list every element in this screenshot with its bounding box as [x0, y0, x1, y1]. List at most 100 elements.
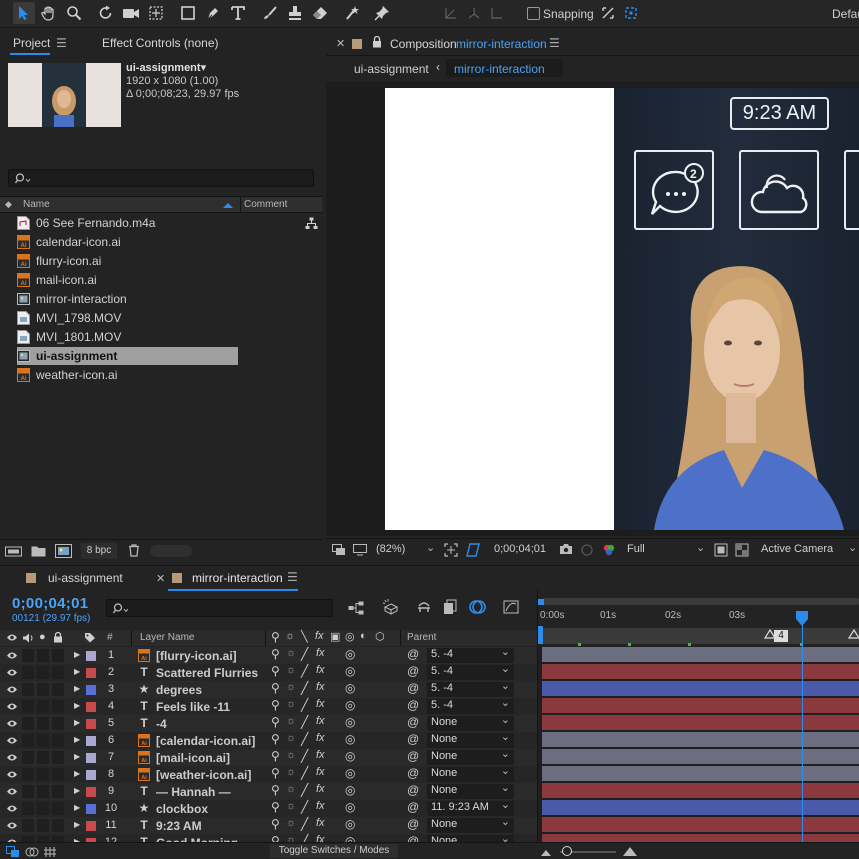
layer-label-color[interactable] — [86, 804, 96, 814]
collapse-switch-icon[interactable]: ☼ — [286, 681, 296, 693]
tab-mirror-interaction[interactable]: mirror-interaction — [192, 571, 283, 585]
solo-toggle[interactable] — [37, 768, 49, 781]
layer-duration-bar[interactable] — [542, 834, 859, 842]
fx-switch-icon[interactable]: fx — [316, 800, 325, 812]
transparency-grid-icon[interactable] — [466, 543, 480, 557]
motion-blur-switch-icon[interactable]: ◎ — [345, 766, 355, 780]
collapse-switch-icon[interactable]: ☼ — [286, 800, 296, 812]
project-item[interactable]: MVI_1798.MOV — [17, 309, 238, 327]
layer-name[interactable]: [weather-icon.ai] — [156, 768, 251, 782]
layer-row[interactable]: ▶ 7 Ai [mail-icon.ai] ⚲ ☼ ╱ fx ◎ @ None — [0, 747, 537, 766]
roto-brush-tool-icon[interactable] — [341, 2, 363, 24]
panel-menu-icon[interactable]: ☰ — [549, 36, 560, 50]
layer-row[interactable]: ▶ 3 ★ degrees ⚲ ☼ ╱ fx ◎ @5. -4 — [0, 679, 537, 698]
fx-switch-icon[interactable]: fx — [316, 783, 325, 795]
quality-switch-icon[interactable]: ╱ — [301, 681, 308, 695]
tab-effect-controls[interactable]: Effect Controls (none) — [102, 36, 219, 50]
graph-editor-icon[interactable] — [503, 599, 519, 615]
video-eye-icon[interactable] — [6, 702, 18, 711]
parent-dropdown[interactable]: None — [427, 713, 514, 731]
layer-duration-bar[interactable] — [542, 681, 859, 696]
axis-local-icon[interactable] — [440, 2, 462, 24]
motion-blur-switch-icon[interactable]: ◎ — [345, 681, 355, 695]
pickwhip-icon[interactable]: @ — [407, 681, 419, 695]
expand-triangle-icon[interactable]: ▶ — [74, 718, 80, 727]
pickwhip-icon[interactable]: @ — [407, 766, 419, 780]
axis-world-icon[interactable] — [463, 2, 485, 24]
layer-duration-bar[interactable] — [542, 766, 859, 781]
layer-name[interactable]: [calendar-icon.ai] — [156, 734, 255, 748]
layer-name[interactable]: degrees — [156, 683, 202, 697]
audio-toggle[interactable] — [22, 649, 34, 662]
fx-switch-icon[interactable]: fx — [316, 647, 325, 659]
marker-icon[interactable] — [848, 629, 859, 643]
shy-switch-icon[interactable]: ⚲ — [271, 800, 280, 814]
collapse-switch-icon[interactable]: ☼ — [286, 783, 296, 795]
snapping-checkbox[interactable] — [527, 7, 540, 20]
motion-blur-switch-icon[interactable]: ◎ — [345, 800, 355, 814]
zoom-in-icon[interactable] — [622, 845, 638, 857]
expand-triangle-icon[interactable]: ▶ — [74, 769, 80, 778]
project-item[interactable]: Ai weather-icon.ai — [17, 366, 238, 384]
fast-previews-icon[interactable] — [714, 543, 728, 557]
layer-switches-icon[interactable] — [6, 846, 20, 858]
expand-triangle-icon[interactable]: ▶ — [74, 786, 80, 795]
project-item[interactable]: Ai flurry-icon.ai — [17, 252, 238, 270]
video-eye-icon[interactable] — [6, 770, 18, 779]
video-eye-icon[interactable] — [6, 719, 18, 728]
timeline-search-input[interactable] — [106, 599, 333, 617]
thumbnail-size-slider[interactable] — [150, 545, 192, 557]
brush-tool-icon[interactable] — [259, 2, 281, 24]
audio-toggle[interactable] — [22, 717, 34, 730]
fx-switch-icon[interactable]: fx — [316, 766, 325, 778]
layer-label-color[interactable] — [86, 651, 96, 661]
motion-blur-switch-icon[interactable]: ◎ — [345, 647, 355, 661]
shy-switch-icon[interactable]: ⚲ — [271, 715, 280, 729]
audio-toggle[interactable] — [22, 683, 34, 696]
shy-switch-icon[interactable]: ⚲ — [271, 766, 280, 780]
show-snapshot-icon[interactable] — [580, 543, 594, 557]
layer-label-color[interactable] — [86, 719, 96, 729]
trash-icon[interactable] — [128, 544, 140, 557]
solo-toggle[interactable] — [37, 717, 49, 730]
parent-dropdown[interactable]: 11. 9:23 AM — [427, 798, 514, 816]
layer-name[interactable]: [mail-icon.ai] — [156, 751, 230, 765]
shy-switch-icon[interactable]: ⚲ — [271, 817, 280, 831]
tab-ui-assignment[interactable]: ui-assignment — [48, 571, 123, 585]
layer-label-color[interactable] — [86, 736, 96, 746]
label-color-column-icon[interactable]: ◆ — [5, 199, 12, 210]
audio-toggle[interactable] — [22, 751, 34, 764]
bit-depth-button[interactable]: 8 bpc — [81, 543, 117, 559]
composition-flowchart-icon[interactable] — [348, 601, 364, 615]
quality-switch-icon[interactable]: ╱ — [301, 749, 308, 763]
close-tab-icon[interactable]: ✕ — [336, 37, 345, 50]
toggle-switches-modes-button[interactable]: Toggle Switches / Modes — [270, 844, 398, 858]
pickwhip-icon[interactable]: @ — [407, 800, 419, 814]
column-parent[interactable]: Parent — [407, 632, 436, 643]
expand-triangle-icon[interactable]: ▶ — [74, 803, 80, 812]
pen-tool-icon[interactable] — [202, 2, 224, 24]
layer-duration-bar[interactable] — [542, 732, 859, 747]
motion-blur-switch-icon[interactable]: ◎ — [345, 664, 355, 678]
column-name[interactable]: Name — [23, 199, 50, 210]
video-eye-icon[interactable] — [6, 685, 18, 694]
layer-label-color[interactable] — [86, 770, 96, 780]
quality-switch-icon[interactable]: ╱ — [301, 732, 308, 746]
motion-blur-switch-icon[interactable]: ◎ — [345, 817, 355, 831]
layer-duration-bar[interactable] — [542, 800, 859, 815]
workspace-label[interactable]: Default — [832, 7, 859, 21]
parent-dropdown[interactable]: 5. -4 — [427, 662, 514, 680]
motion-blur-switch-icon[interactable]: ◎ — [345, 715, 355, 729]
parent-dropdown[interactable]: 5. -4 — [427, 679, 514, 697]
parent-dropdown[interactable]: 5. -4 — [427, 696, 514, 714]
zoom-dropdown[interactable]: (82%) — [376, 543, 405, 555]
chevron-down-icon[interactable]: ⌄ — [426, 541, 435, 554]
audio-toggle[interactable] — [22, 819, 34, 832]
layer-name[interactable]: Scattered Flurries — [156, 666, 258, 680]
layer-name[interactable]: -4 — [156, 717, 167, 731]
collapse-switch-icon[interactable]: ☼ — [286, 817, 296, 829]
zoom-tool-icon[interactable] — [63, 2, 85, 24]
zoom-out-icon[interactable] — [540, 847, 552, 857]
shy-switch-icon[interactable]: ⚲ — [271, 783, 280, 797]
layer-tracks[interactable] — [537, 646, 859, 842]
